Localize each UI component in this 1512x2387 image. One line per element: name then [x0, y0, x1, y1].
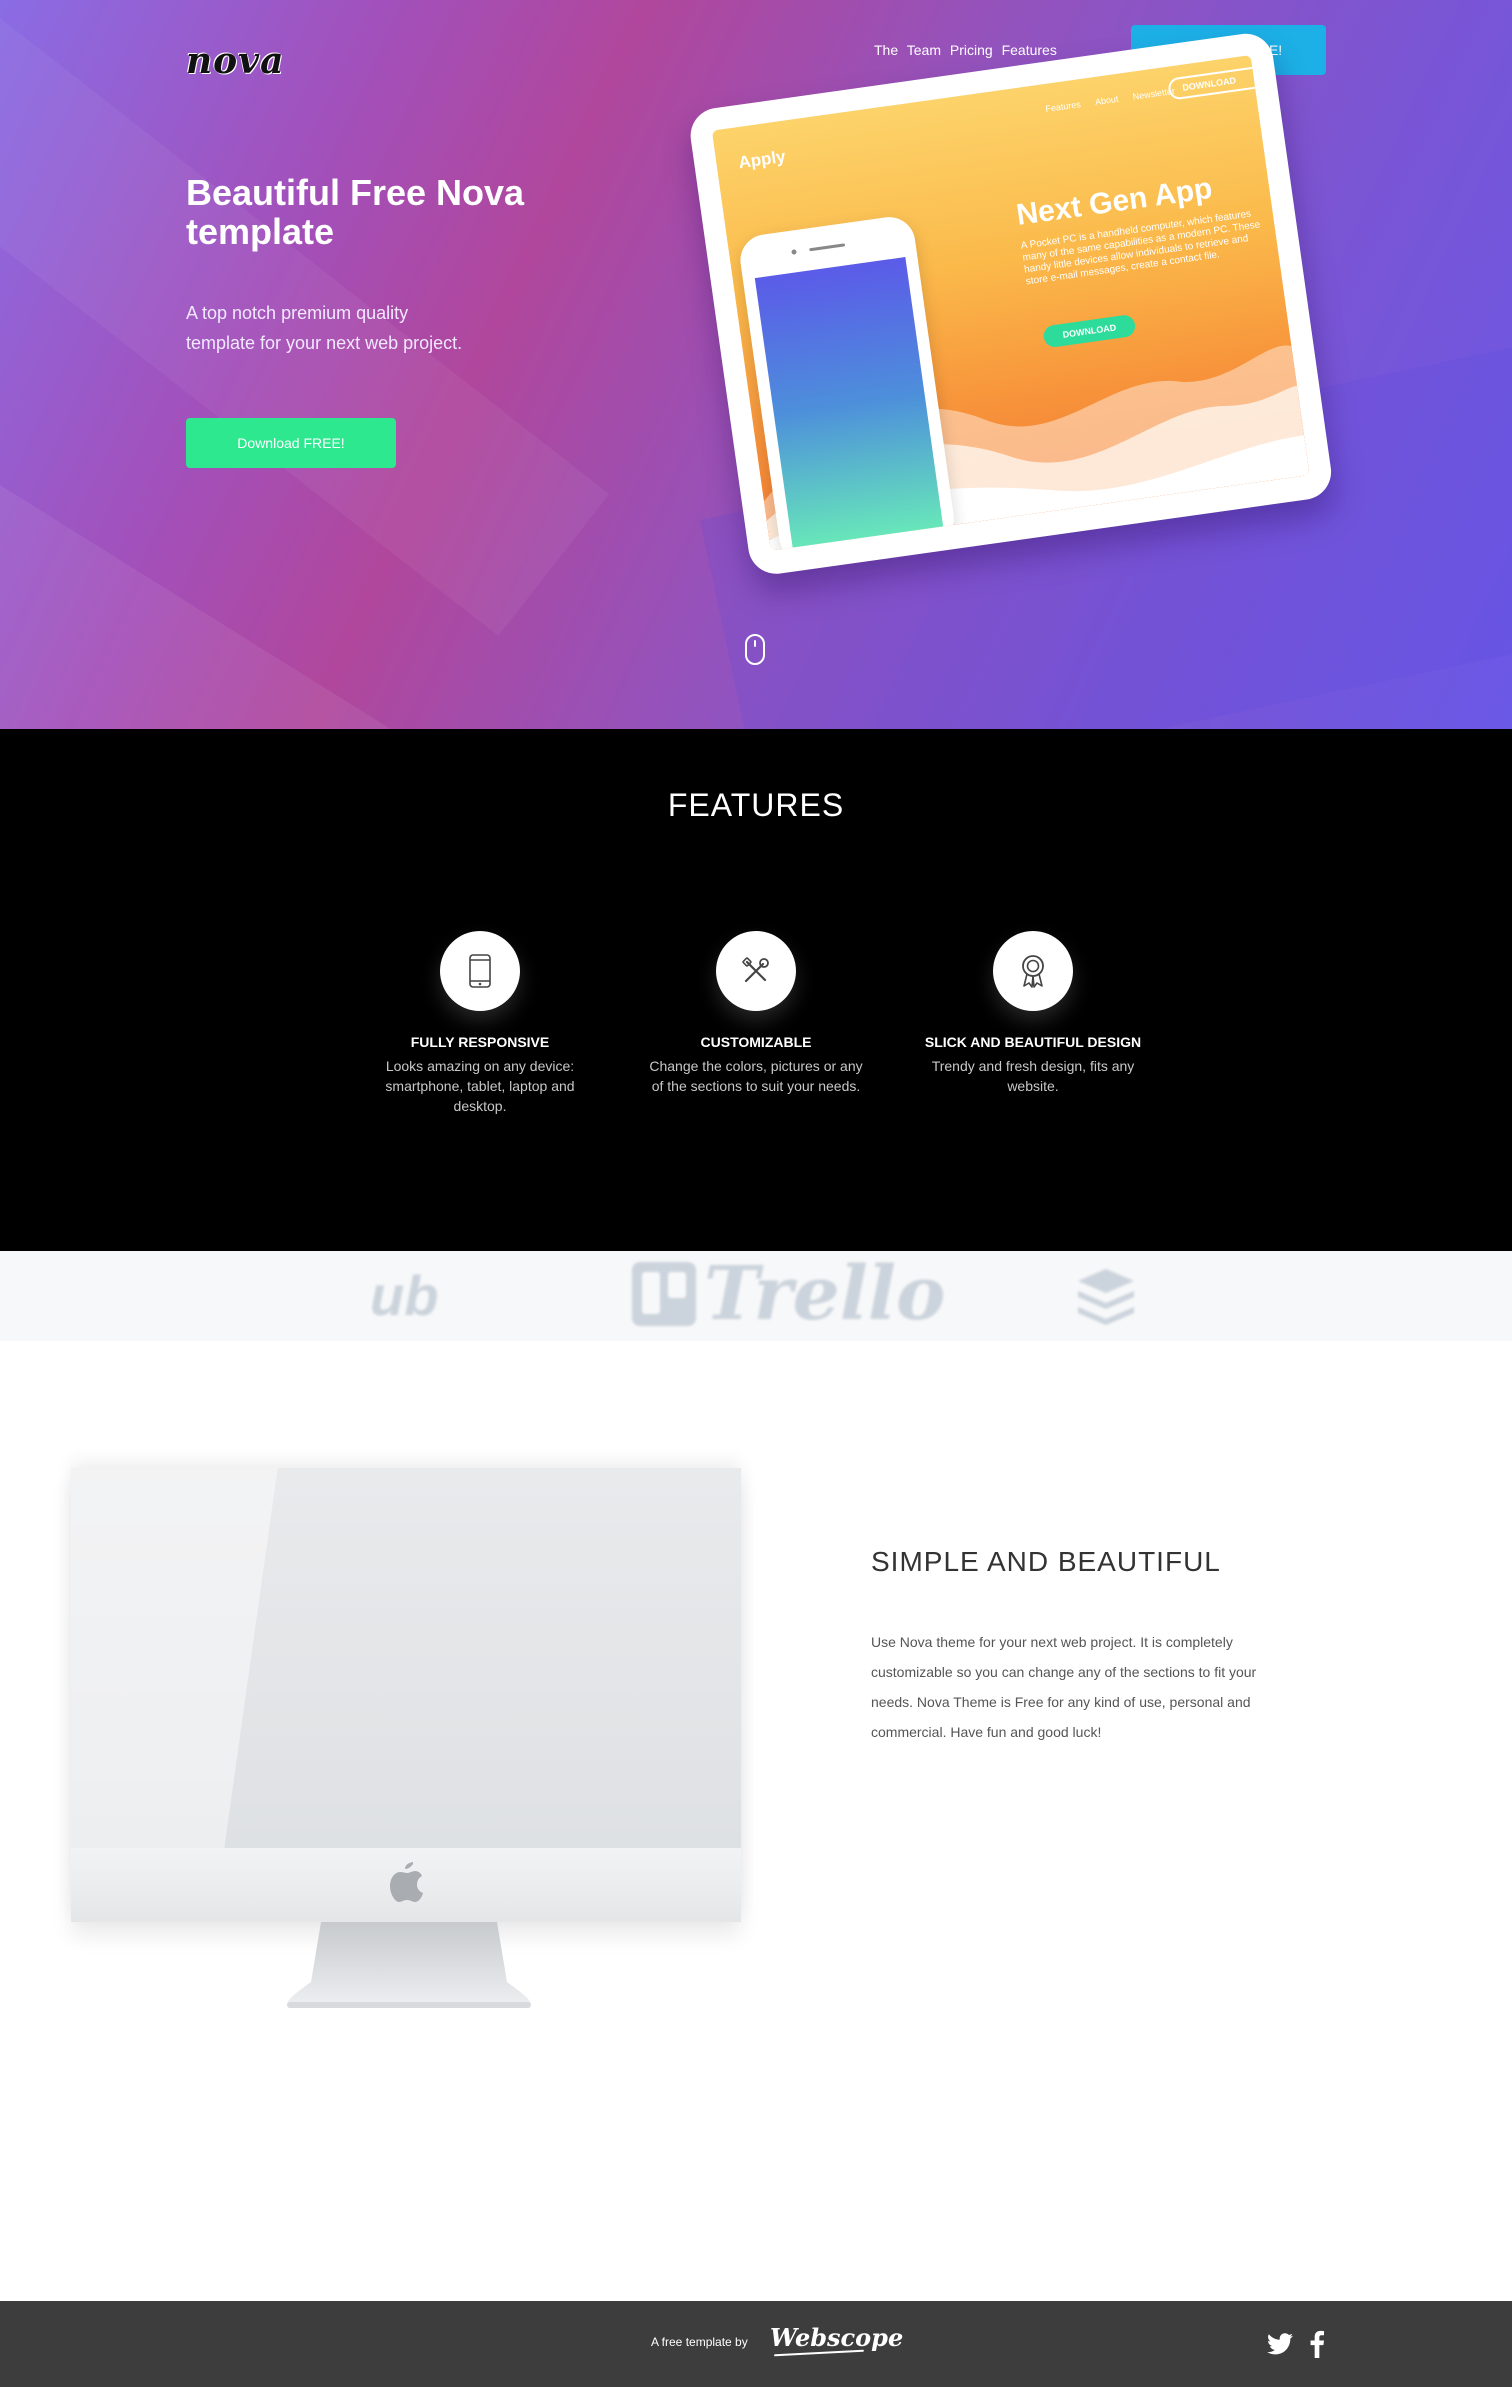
mockup-brand: Apply	[737, 146, 787, 173]
feature-title: FULLY RESPONSIVE	[410, 1034, 550, 1050]
mockup-menu-item: Features	[1044, 99, 1082, 115]
hero-download-button[interactable]: Download FREE!	[186, 418, 396, 468]
feature-icon-circle	[993, 931, 1073, 1011]
nav-link-features[interactable]: Features	[1002, 42, 1057, 58]
nav-link-pricing[interactable]: Pricing	[950, 42, 993, 58]
hero-subtitle: A top notch premium quality template for…	[186, 303, 463, 353]
phone-camera	[791, 249, 797, 255]
footer-credit-text: A free template by	[651, 2335, 748, 2349]
scroll-down-mouse-icon[interactable]	[745, 634, 765, 665]
tablet-screen: Apply Features About Newsletter DOWNLOAD…	[711, 55, 1310, 551]
feature-text: Looks amazing on any device: smartphone,…	[385, 1058, 575, 1114]
imac-mockup	[71, 1456, 741, 2008]
tools-icon	[742, 957, 769, 983]
nav-link-team[interactable]: Team	[907, 42, 941, 58]
feature-icon-circle	[716, 931, 796, 1011]
stack-layers-icon	[1078, 1269, 1134, 1325]
client-logo-ub: ub	[370, 1264, 439, 1327]
feature-title: CUSTOMIZABLE	[700, 1034, 812, 1050]
hero-section: nova The Team Pricing Features Download …	[0, 0, 1512, 729]
hero-title: Beautiful Free Nova template	[186, 172, 525, 252]
mobile-phone-icon	[469, 954, 491, 988]
simple-title: SIMPLE AND BEAUTIFUL	[871, 1546, 1221, 1577]
tablet-mockup: Apply Features About Newsletter DOWNLOAD…	[687, 30, 1335, 578]
feature-card-customizable: CUSTOMIZABLE Change the colors, pictures…	[646, 931, 866, 1096]
feature-icon-circle	[440, 931, 520, 1011]
features-section: FEATURES FULLY RESPONSIVE Looks amazing …	[0, 729, 1512, 1251]
webscope-logo-link[interactable]: Webscope	[770, 2323, 903, 2352]
twitter-icon[interactable]	[1267, 2333, 1293, 2355]
award-ribbon-icon	[1022, 955, 1044, 988]
mockup-menu: Features About Newsletter	[1033, 86, 1176, 116]
footer: A free template by Webscope	[0, 2301, 1512, 2387]
logo[interactable]: nova	[186, 40, 284, 82]
features-title: FEATURES	[667, 787, 845, 823]
mockup-menu-item: About	[1094, 93, 1120, 108]
feature-text: Trendy and fresh design, fits any websit…	[931, 1058, 1135, 1094]
facebook-icon[interactable]	[1310, 2330, 1324, 2358]
top-nav: The Team Pricing Features	[874, 42, 1062, 58]
feature-text: Change the colors, pictures or any of th…	[649, 1058, 863, 1094]
imac-screen-glare	[71, 1468, 741, 1848]
client-logo-trello: Trello	[632, 1251, 946, 1337]
mockup-download-outline: DOWNLOAD	[1167, 65, 1266, 101]
simple-section: SIMPLE AND BEAUTIFUL Use Nova theme for …	[0, 1341, 1512, 2301]
apple-logo-icon	[390, 1862, 423, 1902]
client-logos-strip: ub Trello	[0, 1251, 1512, 1341]
phone-screen	[754, 257, 944, 551]
imac-stand	[287, 1922, 531, 2008]
trello-board-icon	[632, 1262, 696, 1326]
trello-wordmark: Trello	[704, 1251, 946, 1337]
phone-speaker	[809, 243, 846, 252]
feature-title: SLICK AND BEAUTIFUL DESIGN	[924, 1034, 1142, 1050]
feature-card-design: SLICK AND BEAUTIFUL DESIGN Trendy and fr…	[923, 931, 1143, 1096]
simple-text: Use Nova theme for your next web project…	[871, 1634, 1257, 1740]
feature-card-responsive: FULLY RESPONSIVE Looks amazing on any de…	[370, 931, 590, 1116]
nav-link-the[interactable]: The	[874, 42, 898, 58]
